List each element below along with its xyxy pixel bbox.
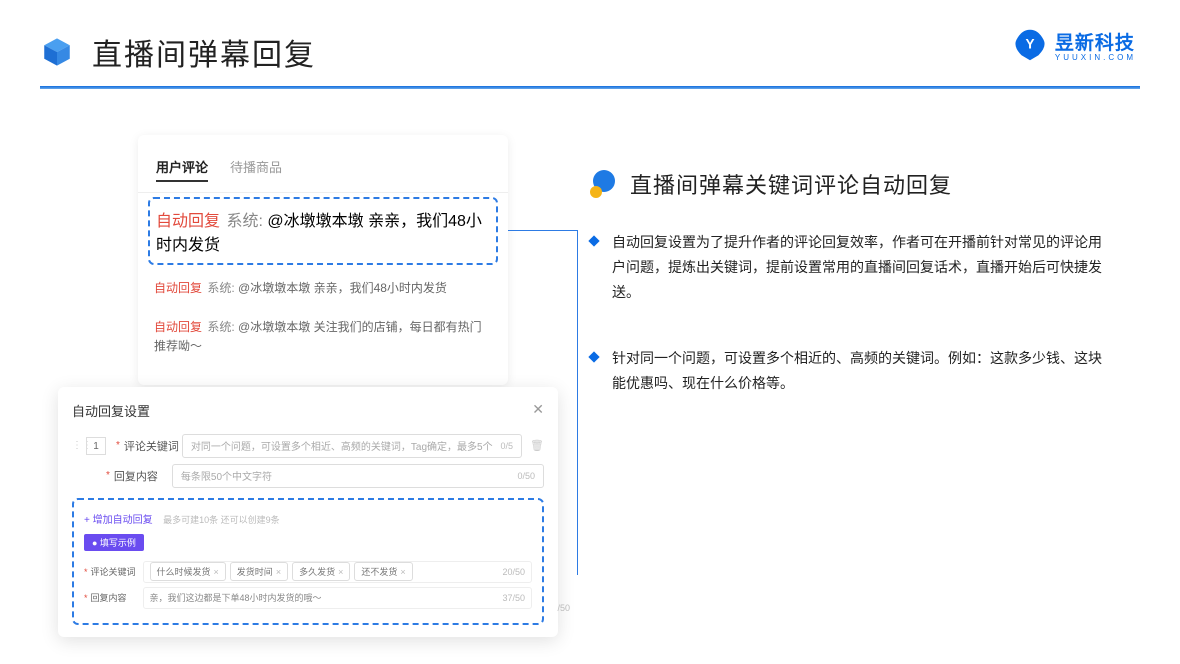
example-badge: ● 填写示例 xyxy=(84,534,144,551)
comments-card: 用户评论 待播商品 自动回复 系统: @冰墩墩本墩 亲亲，我们48小时内发货 自… xyxy=(138,135,508,385)
brand-logo-icon: Y xyxy=(1013,28,1047,62)
keyword-tag[interactable]: 还不发货× xyxy=(354,562,412,581)
diamond-bullet-icon xyxy=(588,235,599,246)
drag-handle-icon[interactable]: ⋮⋮ xyxy=(72,440,82,451)
tag-list: 什么时候发货×发货时间×多久发货×还不发货× xyxy=(150,562,417,581)
bullet-text-1: 自动回复设置为了提升作者的评论回复效率，作者可在开播前针对常见的评论用户问题，提… xyxy=(612,230,1110,306)
section-title: 直播间弹幕关键词评论自动回复 xyxy=(630,168,952,200)
example-highlight: + 增加自动回复 最多可建10条 还可以创建9条 ● 填写示例 * 评论关键词 … xyxy=(72,498,544,625)
tab-user-comments[interactable]: 用户评论 xyxy=(156,153,208,182)
svg-text:Y: Y xyxy=(1025,36,1034,51)
section-dot-icon xyxy=(590,170,618,198)
brand-subtitle: YUUXIN.COM xyxy=(1055,53,1136,62)
content-input[interactable]: 每条限50个中文字符 0/50 xyxy=(172,464,544,488)
tab-pending-goods[interactable]: 待播商品 xyxy=(230,153,282,182)
comment-row-3: 自动回复 系统: @冰墩墩本墩 关注我们的店铺，每日都有热门推荐呦～ xyxy=(138,308,508,366)
settings-title: 自动回复设置 xyxy=(72,401,150,420)
page-title: 直播间弹幕回复 xyxy=(92,30,316,74)
bullet-text-2: 针对同一个问题，可设置多个相近的、高频的关键词。例如：这款多少钱、这块能优惠吗、… xyxy=(612,346,1110,396)
keyword-tag[interactable]: 发货时间× xyxy=(230,562,288,581)
content-label: 回复内容 xyxy=(114,468,172,484)
highlighted-comment: 自动回复 系统: @冰墩墩本墩 亲亲，我们48小时内发货 xyxy=(148,197,498,265)
sys-prefix: 系统: xyxy=(226,213,262,230)
brand-name: 昱新科技 xyxy=(1055,28,1136,55)
add-auto-reply-link[interactable]: + 增加自动回复 xyxy=(84,515,153,526)
auto-reply-tag: 自动回复 xyxy=(156,213,220,230)
keyword-tag[interactable]: 多久发货× xyxy=(292,562,350,581)
keyword-input[interactable]: 对同一个问题，可设置多个相近、高频的关键词，Tag确定，最多5个 0/5 xyxy=(182,434,522,458)
ex-kw-field[interactable]: 什么时候发货×发货时间×多久发货×还不发货× 20/50 xyxy=(143,561,532,583)
comment-row-2: 自动回复 系统: @冰墩墩本墩 亲亲，我们48小时内发货 xyxy=(138,269,508,308)
tag-remove-icon[interactable]: × xyxy=(400,567,405,577)
required-star: * xyxy=(116,440,120,451)
connector-line xyxy=(508,230,578,575)
index-box: 1 xyxy=(86,437,106,455)
brand-logo-area: Y 昱新科技 YUUXIN.COM xyxy=(1013,28,1136,62)
keyword-label: 评论关键词 xyxy=(124,438,182,454)
add-desc: 最多可建10条 还可以创建9条 xyxy=(163,515,280,525)
header-divider xyxy=(40,86,1140,89)
tag-remove-icon[interactable]: × xyxy=(276,567,281,577)
keyword-tag[interactable]: 什么时候发货× xyxy=(150,562,226,581)
settings-card: 自动回复设置 ✕ ⋮⋮ 1 * 评论关键词 对同一个问题，可设置多个相近、高频的… xyxy=(58,387,558,637)
ex-content-label: 回复内容 xyxy=(91,591,143,604)
tag-remove-icon[interactable]: × xyxy=(214,567,219,577)
ex-kw-label: 评论关键词 xyxy=(91,565,143,578)
ex-content-field[interactable]: 亲，我们这边都是下单48小时内发货的哦～ 37/50 xyxy=(143,587,532,609)
cube-icon xyxy=(40,35,74,69)
diamond-bullet-icon xyxy=(588,351,599,362)
outer-counter: /50 xyxy=(557,603,570,613)
tag-remove-icon[interactable]: × xyxy=(338,567,343,577)
